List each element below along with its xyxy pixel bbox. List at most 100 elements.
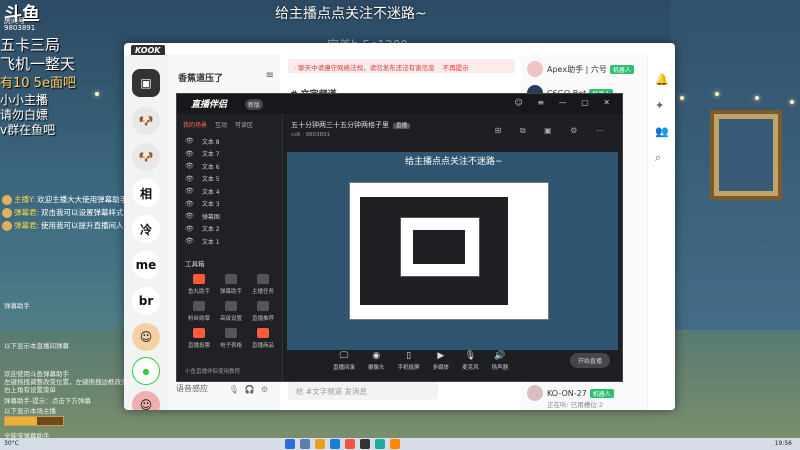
streamer-app-window[interactable]: 直播伴侣 新版 ☺ ≡ — ▢ ✕ 我的场景 互动 可读区 👁 文本 8 👁 文本 … [176, 93, 623, 382]
member-item[interactable]: Apex助手 | 六号 机器人 [527, 61, 634, 77]
picture-frame [710, 110, 782, 200]
eye-icon[interactable]: 👁 [185, 137, 194, 145]
tab-scenes[interactable]: 我的场景 [183, 120, 207, 129]
tool-item[interactable]: 鱼丸助手 [183, 274, 215, 295]
chat-line: 弹幕君: 使用我可以提升直播间人气 [2, 220, 130, 231]
control-media[interactable]: ▶ 多媒体 [433, 351, 450, 371]
server-rail: ▣ 🐶 🐶 相 冷 me br ☺ ● ☺ [124, 55, 168, 410]
tool-icon [225, 274, 237, 284]
toolbox-heading: 工具箱 [185, 260, 205, 268]
start-stream-button[interactable]: 开始直播 [569, 353, 610, 368]
room-meta: cs6 · 9803891 [291, 132, 331, 138]
room-pill[interactable]: 直播 [393, 123, 411, 129]
app-icon[interactable] [390, 439, 400, 449]
camera-icon: ◉ [372, 351, 381, 361]
member-status: 正在听: 已用槽位:2 [547, 401, 604, 409]
clock[interactable]: 19:56 [775, 440, 792, 447]
avatar [2, 220, 12, 231]
tool-item[interactable]: 直播推荐 [247, 301, 279, 322]
nested-preview-core [413, 230, 465, 264]
tool-item[interactable]: 直播投票 [183, 328, 215, 349]
scene-source-item[interactable]: 👁 文本 7 [177, 148, 282, 161]
tab-interact[interactable]: 互动 [215, 120, 227, 129]
server-icon[interactable]: 冷 [132, 215, 160, 243]
members-icon[interactable]: 👥 [655, 125, 669, 138]
eye-icon[interactable]: 👁 [185, 212, 194, 220]
chat-line: 主播Y: 欢迎主播大大使用弹幕助手 [2, 194, 130, 205]
tutorial-link[interactable]: 小鱼直播伴侣使用教程 [185, 367, 240, 375]
voice-controls[interactable]: 🎙🎧⚙ [229, 385, 274, 394]
scene-source-item[interactable]: 👁 文本 2 [177, 223, 282, 236]
app-icon[interactable] [345, 439, 355, 449]
note-line: 有10 5e面吧 [0, 76, 76, 91]
scene-source-item[interactable]: 👁 文本 8 [177, 135, 282, 148]
weather-widget[interactable]: 30°C [4, 440, 19, 447]
preview-area: 五十分钟两三十五分钟两格子里 直播 cs6 · 9803891 ⊞ ⧉ ▣ ⚙ ⋯… [283, 114, 622, 381]
tool-item[interactable]: 弹幕助手 [215, 274, 247, 295]
start-icon[interactable] [285, 439, 295, 449]
server-icon[interactable]: ☺ [132, 391, 160, 410]
progress-bar [4, 416, 64, 426]
preview-toolbar[interactable]: ⊞ ⧉ ▣ ⚙ ⋯ [495, 126, 612, 136]
helper-text: 以下显示本场主播 [4, 407, 56, 415]
browser-icon[interactable] [330, 439, 340, 449]
app-icon[interactable] [360, 439, 370, 449]
search-icon[interactable] [300, 439, 310, 449]
scene-source-item[interactable]: 👁 文本 6 [177, 160, 282, 173]
tab-readable[interactable]: 可读区 [235, 120, 253, 129]
avatar [2, 194, 12, 205]
folder-icon[interactable] [315, 439, 325, 449]
tool-item[interactable]: 直播商品 [247, 328, 279, 349]
chat-home-icon[interactable]: ▣ [132, 69, 160, 97]
stream-preview[interactable]: 给主播点点关注不迷路~ [287, 152, 618, 350]
control-speaker[interactable]: 🔊 扬声器 [492, 351, 509, 371]
server-icon[interactable]: ● [132, 357, 160, 385]
version-badge: 新版 [245, 99, 264, 110]
pin-icon[interactable]: ✦ [655, 99, 664, 112]
scene-source-item[interactable]: 👁 文本 3 [177, 198, 282, 211]
control-camera[interactable]: ◉ 摄像头 [368, 351, 385, 371]
eye-icon[interactable]: 👁 [185, 200, 194, 208]
scene-source-item[interactable]: 👁 文本 4 [177, 185, 282, 198]
scene-source-item[interactable]: 👁 文本 5 [177, 173, 282, 186]
server-icon[interactable]: 🐶 [132, 143, 160, 171]
note-line: 小小主播 [0, 93, 49, 107]
nested-preview-inner [360, 197, 508, 305]
tool-item[interactable]: 高级设置 [215, 301, 247, 322]
scene-source-item[interactable]: 👁 文本 1 [177, 235, 282, 248]
tool-icon [193, 274, 205, 284]
media-icon: ▶ [437, 351, 445, 361]
eye-icon[interactable]: 👁 [185, 187, 194, 195]
server-icon[interactable]: me [132, 251, 160, 279]
eye-icon[interactable]: 👁 [185, 237, 194, 245]
phone-icon: ▯ [406, 351, 412, 361]
control-microphone[interactable]: 🎙 麦克风 [462, 351, 479, 371]
tool-item[interactable]: 主播任务 [247, 274, 279, 295]
window-controls[interactable]: ☺ ≡ — ▢ ✕ [515, 98, 616, 107]
search-icon[interactable]: ⌕ [655, 151, 661, 165]
eye-icon[interactable]: 👁 [185, 225, 194, 233]
eye-icon[interactable]: 👁 [185, 150, 194, 158]
message-input[interactable]: 给 #文字频道 发消息 [288, 382, 438, 400]
bot-badge: 机器人 [609, 64, 634, 74]
server-icon[interactable]: 🐶 [132, 107, 160, 135]
app-icon[interactable] [375, 439, 385, 449]
guild-name[interactable]: 香蕉道压了 [178, 71, 223, 84]
eye-icon[interactable]: 👁 [185, 162, 194, 170]
server-icon[interactable]: br [132, 287, 160, 315]
server-icon[interactable]: ☺ [132, 323, 160, 351]
scene-source-item[interactable]: 👁 弹幕图 [177, 210, 282, 223]
app-logo: 直播伴侣 [191, 100, 228, 110]
note-line: 飞机一整天 [0, 55, 76, 73]
chat-line: 弹幕君: 双击我可以设置弹幕样式 [2, 207, 130, 218]
server-icon[interactable]: 相 [132, 179, 160, 207]
dismiss-link[interactable]: 不再提示 [443, 64, 469, 72]
bell-icon[interactable]: 🔔 [655, 73, 669, 86]
eye-icon[interactable]: 👁 [185, 175, 194, 183]
tool-item[interactable]: 粉丝勋章 [183, 301, 215, 322]
speaker-icon: 🔊 [494, 351, 506, 361]
control-phone-cast[interactable]: ▯ 手机投屏 [398, 351, 420, 371]
tool-item[interactable]: 电子表格 [215, 328, 247, 349]
control-screen-capture[interactable]: 🖵 直播间录 [333, 351, 355, 371]
menu-icon[interactable]: ≡ [266, 70, 274, 81]
